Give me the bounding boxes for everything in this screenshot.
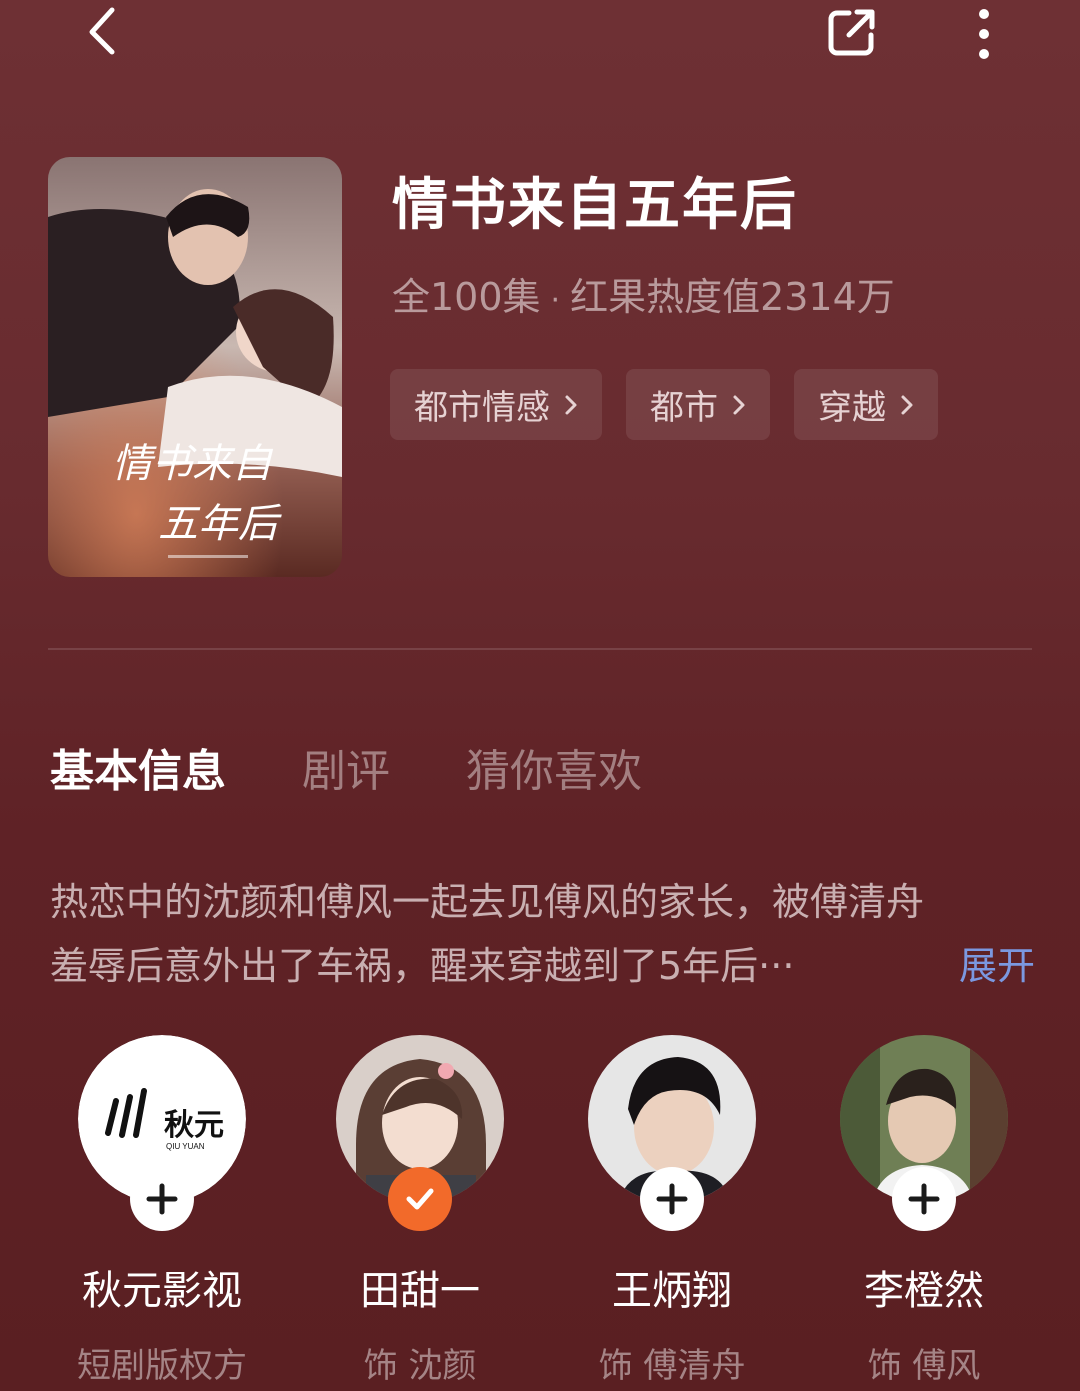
synopsis-line-1: 热恋中的沈颜和傅风一起去见傅风的家长，被傅清舟 — [50, 880, 925, 924]
poster-title-line2: 五年后 — [158, 501, 282, 547]
cast-name: 田甜一 — [360, 1268, 480, 1314]
chevron-right-icon — [901, 395, 913, 414]
cast-name: 王炳翔 — [612, 1268, 732, 1314]
cast-item-studio[interactable]: 秋元 QIU YUAN 秋元影视 短剧版权方 — [42, 1035, 282, 1387]
cast-item-actor[interactable]: 田甜一 饰 沈颜 — [300, 1035, 540, 1387]
back-button[interactable] — [70, 0, 130, 60]
episode-count: 全100集 — [392, 275, 541, 319]
back-arrow-icon — [89, 7, 115, 55]
avatar-wrap — [840, 1035, 1008, 1231]
show-title: 情书来自五年后 — [392, 173, 798, 238]
cast-role: 饰 傅风 — [867, 1346, 981, 1386]
share-icon — [828, 9, 875, 56]
cast-name: 秋元影视 — [82, 1268, 242, 1314]
plus-icon — [908, 1183, 940, 1215]
avatar-wrap: 秋元 QIU YUAN — [78, 1035, 246, 1231]
follow-button[interactable] — [130, 1167, 194, 1231]
cast-item-actor[interactable]: 王炳翔 饰 傅清舟 — [552, 1035, 792, 1387]
plus-icon — [146, 1183, 178, 1215]
expand-button[interactable]: 展开 — [959, 934, 1035, 998]
content-tabs: 基本信息 剧评 猜你喜欢 — [50, 735, 718, 799]
cast-item-actor[interactable]: 李橙然 饰 傅风 — [804, 1035, 1044, 1387]
tag-label: 都市 — [650, 388, 718, 428]
tag-urban-romance[interactable]: 都市情感 — [390, 369, 602, 440]
check-icon — [406, 1188, 434, 1210]
tag-urban[interactable]: 都市 — [626, 369, 770, 440]
chevron-right-icon — [733, 395, 745, 414]
meta-separator: · — [550, 283, 561, 318]
tag-label: 都市情感 — [414, 388, 550, 428]
show-meta: 全100集 · 红果热度值2314万 — [392, 266, 895, 321]
follow-button[interactable] — [640, 1167, 704, 1231]
cast-name: 李橙然 — [864, 1268, 984, 1314]
tab-reviews[interactable]: 剧评 — [302, 735, 390, 799]
poster-image: 情书来自 五年后 — [48, 157, 342, 577]
tab-basic-info[interactable]: 基本信息 — [50, 735, 226, 799]
avatar-wrap — [588, 1035, 756, 1231]
share-button[interactable] — [820, 0, 884, 64]
more-vertical-icon — [979, 9, 989, 59]
show-poster[interactable]: 情书来自 五年后 — [48, 157, 342, 577]
studio-logo-text: 秋元 — [164, 1109, 224, 1142]
studio-logo-subtext: QIU YUAN — [166, 1142, 205, 1151]
follow-button[interactable] — [892, 1167, 956, 1231]
synopsis-line-2-text: 羞辱后意外出了车祸，醒来穿越到了5年后··· — [50, 944, 795, 988]
genre-tags: 都市情感 都市 穿越 — [390, 369, 938, 440]
plus-icon — [656, 1183, 688, 1215]
cast-role: 饰 傅清舟 — [598, 1346, 746, 1386]
heat-value: 红果热度值2314万 — [570, 275, 895, 319]
cast-list: 秋元 QIU YUAN 秋元影视 短剧版权方 田甜一 饰 沈颜 王炳翔 饰 傅清… — [0, 1035, 1080, 1391]
synopsis-line-2: 羞辱后意外出了车祸，醒来穿越到了5年后··· 展开 — [50, 934, 1035, 998]
avatar-wrap — [336, 1035, 504, 1231]
tag-time-travel[interactable]: 穿越 — [794, 369, 938, 440]
cast-role: 饰 沈颜 — [363, 1346, 477, 1386]
cast-role: 短剧版权方 — [77, 1346, 247, 1386]
tag-label: 穿越 — [818, 388, 886, 428]
poster-title-line1: 情书来自 — [112, 441, 274, 487]
synopsis: 热恋中的沈颜和傅风一起去见傅风的家长，被傅清舟 羞辱后意外出了车祸，醒来穿越到了… — [50, 870, 1035, 998]
section-divider — [48, 648, 1032, 650]
tab-recommendations[interactable]: 猜你喜欢 — [466, 735, 642, 799]
more-button[interactable] — [958, 0, 1010, 64]
followed-badge[interactable] — [388, 1167, 452, 1231]
top-bar — [0, 0, 1080, 70]
chevron-right-icon — [565, 395, 577, 414]
